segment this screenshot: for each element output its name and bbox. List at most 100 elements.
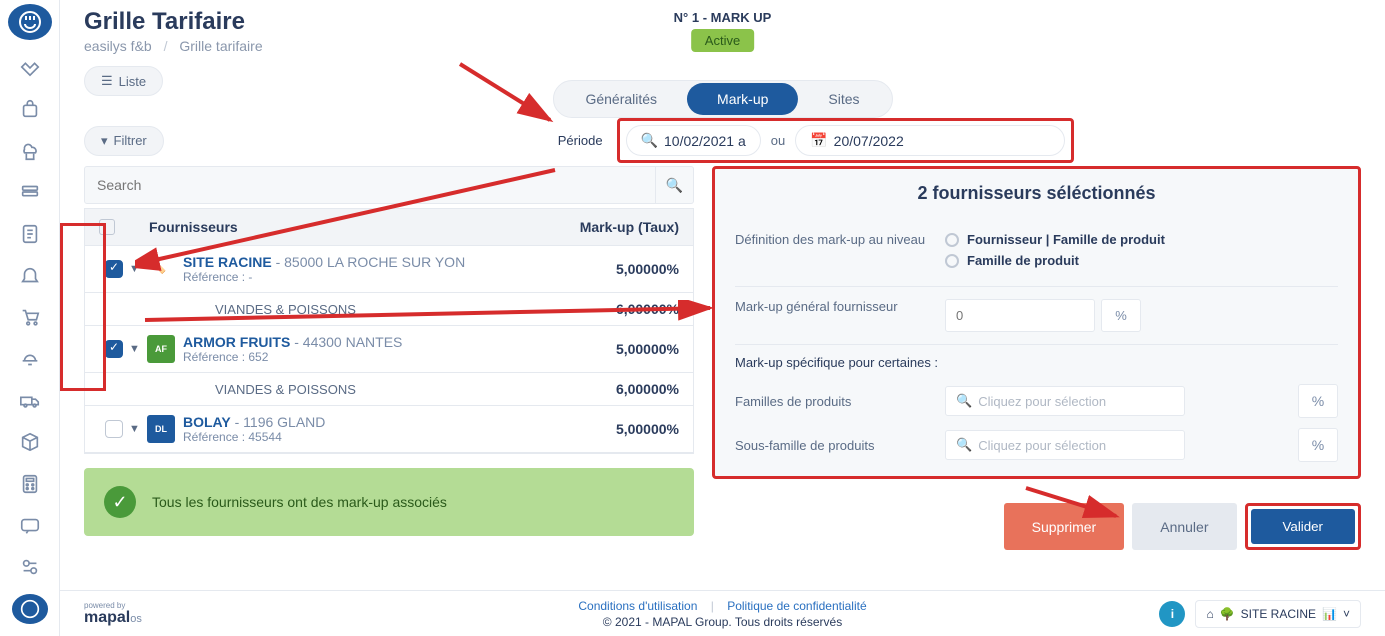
expand-icon[interactable]: ▼ [129,423,147,435]
breadcrumb-sep: / [164,38,168,54]
col-markup: Mark-up (Taux) [499,219,679,235]
document-icon[interactable] [12,219,48,249]
familles-select[interactable]: 🔍Cliquez pour sélection [945,386,1185,416]
radio-opt-2[interactable]: Famille de produit [945,253,1338,268]
filter-row: ▾ Filtrer Période 🔍 10/02/2021 a ou 📅 20… [84,118,1361,163]
search-bar: 🔍 [84,166,694,204]
supplier-name: BOLAY [183,414,231,430]
search-button[interactable]: 🔍 [656,166,694,204]
status-badge: Active [691,29,754,52]
filtrer-button[interactable]: ▾ Filtrer [84,126,164,156]
supplier-logo: DL [147,415,175,443]
radio-icon [945,254,959,268]
table-subrow[interactable]: VIANDES & POISSONS6,00000% [85,293,693,326]
config-title: 2 fournisseurs séléctionnés [735,183,1338,204]
supplier-ref: Référence : 652 [183,350,549,364]
specific-title: Mark-up spécifique pour certaines : [735,345,1338,374]
supplier-ref: Référence : - [183,270,549,284]
periode-end-field[interactable]: 📅 20/07/2022 [795,125,1065,156]
layers-icon[interactable] [12,177,48,207]
supplier-logo: 🏷️ [147,255,175,283]
filtrer-label: Filtrer [114,133,147,148]
periode-start-field[interactable]: 🔍 10/02/2021 a [626,125,761,156]
expand-icon[interactable]: ▼ [129,343,147,355]
row-checkbox[interactable] [105,260,123,278]
settings-icon[interactable] [12,553,48,583]
supplier-name: SITE RACINE [183,254,272,270]
search-input[interactable] [84,166,656,204]
radio-icon [945,233,959,247]
handshake-icon[interactable] [12,52,48,82]
bell-icon[interactable] [12,261,48,291]
tab-bar: Généralités Mark-up Sites [552,80,892,118]
periode-end-value: 20/07/2022 [834,133,904,149]
periode-start-value: 10/02/2021 a [664,133,746,149]
markup-value: 5,00000% [549,261,679,277]
bag-icon[interactable] [12,94,48,124]
markup-value: 6,00000% [549,301,679,317]
filter-icon: ▾ [101,133,108,149]
privacy-link[interactable]: Politique de confidentialité [727,599,866,613]
supplier-address: 1196 GLAND [243,414,325,430]
col-fournisseurs: Fournisseurs [129,219,499,235]
chevron-down-icon: ˅ [1343,607,1350,621]
search-icon: 🔍 [956,393,972,409]
sousfamilles-select[interactable]: 🔍Cliquez pour sélection [945,430,1185,460]
suppliers-panel: 🔍 Fournisseurs Mark-up (Taux) ▼🏷️SITE RA… [84,166,694,576]
box-icon[interactable] [12,427,48,457]
info-icon[interactable]: i [1159,601,1185,627]
table-row[interactable]: ▼🏷️SITE RACINE - 85000 LA ROCHE SUR YONR… [85,246,693,293]
tab-sites[interactable]: Sites [798,83,889,115]
banner-text: Tous les fournisseurs ont des mark-up as… [152,494,447,510]
site-name: SITE RACINE [1241,607,1316,621]
category-name: VIANDES & POISSONS [215,382,549,397]
percent-unit: % [1298,428,1338,462]
periode-highlight: 🔍 10/02/2021 a ou 📅 20/07/2022 [617,118,1075,163]
home-icon: ⌂ [1206,607,1213,621]
annuler-button[interactable]: Annuler [1132,503,1236,550]
row-checkbox[interactable] [105,340,123,358]
category-name: VIANDES & POISSONS [215,302,549,317]
header-center: N° 1 - MARK UP Active [674,10,772,52]
copyright: © 2021 - MAPAL Group. Tous droits réserv… [578,615,866,629]
calculator-icon[interactable] [12,469,48,499]
site-selector[interactable]: ⌂ 🌳 SITE RACINE 📊 ˅ [1195,600,1361,628]
liste-button[interactable]: ☰ Liste [84,66,163,96]
truck-icon[interactable] [12,386,48,416]
tab-markup[interactable]: Mark-up [687,83,798,115]
general-markup-input[interactable] [945,299,1095,332]
chat-icon[interactable] [12,511,48,541]
table-subrow[interactable]: VIANDES & POISSONS6,00000% [85,373,693,406]
table-row[interactable]: ▼DLBOLAY - 1196 GLANDRéférence : 455445,… [85,406,693,453]
table-body: ▼🏷️SITE RACINE - 85000 LA ROCHE SUR YONR… [84,246,694,454]
cart-icon[interactable] [12,302,48,332]
liste-label: Liste [119,74,146,89]
table-header: Fournisseurs Mark-up (Taux) [84,208,694,246]
supplier-ref: Référence : 45544 [183,430,549,444]
terms-link[interactable]: Conditions d'utilisation [578,599,697,613]
tab-generalites[interactable]: Généralités [555,83,687,115]
markup-value: 5,00000% [549,341,679,357]
radio-opt-1[interactable]: Fournisseur | Famille de produit [945,232,1338,247]
supplier-name: ARMOR FRUITS [183,334,290,350]
markup-value: 6,00000% [549,381,679,397]
periode-label: Période [558,133,603,148]
dish-icon[interactable] [12,344,48,374]
supplier-logo: AF [147,335,175,363]
sidebar [0,0,60,636]
search-icon: 🔍 [641,132,658,149]
footer-links: Conditions d'utilisation | Politique de … [578,599,866,629]
table-row[interactable]: ▼AFARMOR FRUITS - 44300 NANTESRéférence … [85,326,693,373]
valider-button[interactable]: Valider [1251,509,1356,544]
row-checkbox[interactable] [105,420,123,438]
app-logo[interactable] [8,4,52,40]
chef-icon[interactable] [12,136,48,166]
breadcrumb-root[interactable]: easilys f&b [84,38,152,54]
calendar-icon: 📅 [810,132,827,149]
select-all-checkbox[interactable] [99,219,115,235]
breadcrumb-current: Grille tarifaire [179,38,262,54]
app-logo-bottom[interactable] [12,594,48,624]
expand-icon[interactable]: ▼ [129,263,147,275]
supprimer-button[interactable]: Supprimer [1004,503,1125,550]
list-icon: ☰ [101,73,113,89]
